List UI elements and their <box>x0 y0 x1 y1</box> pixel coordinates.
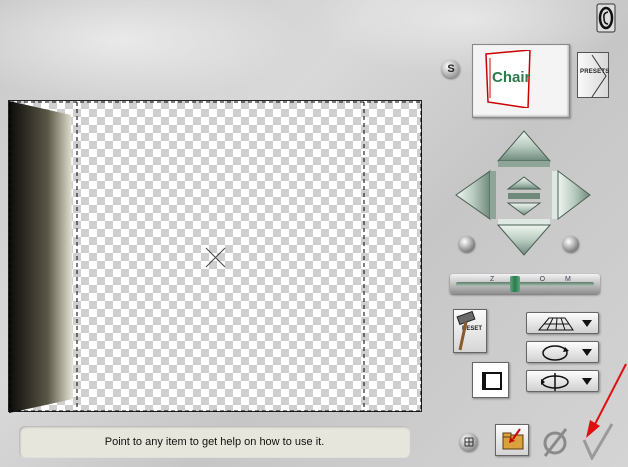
side-panel <box>9 101 73 413</box>
canvas-preview[interactable] <box>8 100 422 413</box>
perspective-dropdown[interactable] <box>526 312 599 334</box>
reset-button[interactable]: RESET <box>453 309 487 353</box>
copyright-logo-icon <box>596 3 616 33</box>
cancel-icon[interactable] <box>540 425 570 459</box>
frame-square <box>482 372 502 390</box>
arrow-down-icon[interactable] <box>496 219 552 256</box>
grid-icon[interactable] <box>460 433 478 451</box>
perspective-grid-icon <box>537 317 574 331</box>
help-text: Point to any item to get help on how to … <box>104 436 325 448</box>
arrow-right-icon[interactable] <box>552 170 591 220</box>
frame-toggle-icon[interactable] <box>472 362 509 398</box>
arrow-left-icon[interactable] <box>455 170 496 220</box>
zoom-handle[interactable] <box>510 276 520 292</box>
rotate-right-icon[interactable] <box>563 236 579 252</box>
help-bar: Point to any item to get help on how to … <box>19 426 410 458</box>
save-preset-icon[interactable] <box>495 424 529 456</box>
arrow-up-icon[interactable] <box>496 130 552 167</box>
center-up-icon[interactable] <box>506 176 542 190</box>
rotate-axis-icon <box>541 373 569 391</box>
s-button[interactable]: S <box>442 60 460 78</box>
thumbnail-text: Chair <box>492 69 531 86</box>
zoom-slider[interactable]: Z O O M <box>450 274 600 294</box>
hammer-icon <box>456 310 476 351</box>
presets-button[interactable]: PRESETS <box>577 52 609 98</box>
center-down-icon[interactable] <box>506 193 542 216</box>
rotate-left-icon[interactable] <box>459 236 475 252</box>
rotate-circle-icon <box>542 345 569 361</box>
zoom-label: Z O O M <box>490 276 580 283</box>
thumbnail-image: Chair <box>484 49 532 109</box>
s-button-label: S <box>447 63 455 75</box>
annotation-arrow <box>580 360 628 440</box>
navigation-pad <box>452 127 600 257</box>
